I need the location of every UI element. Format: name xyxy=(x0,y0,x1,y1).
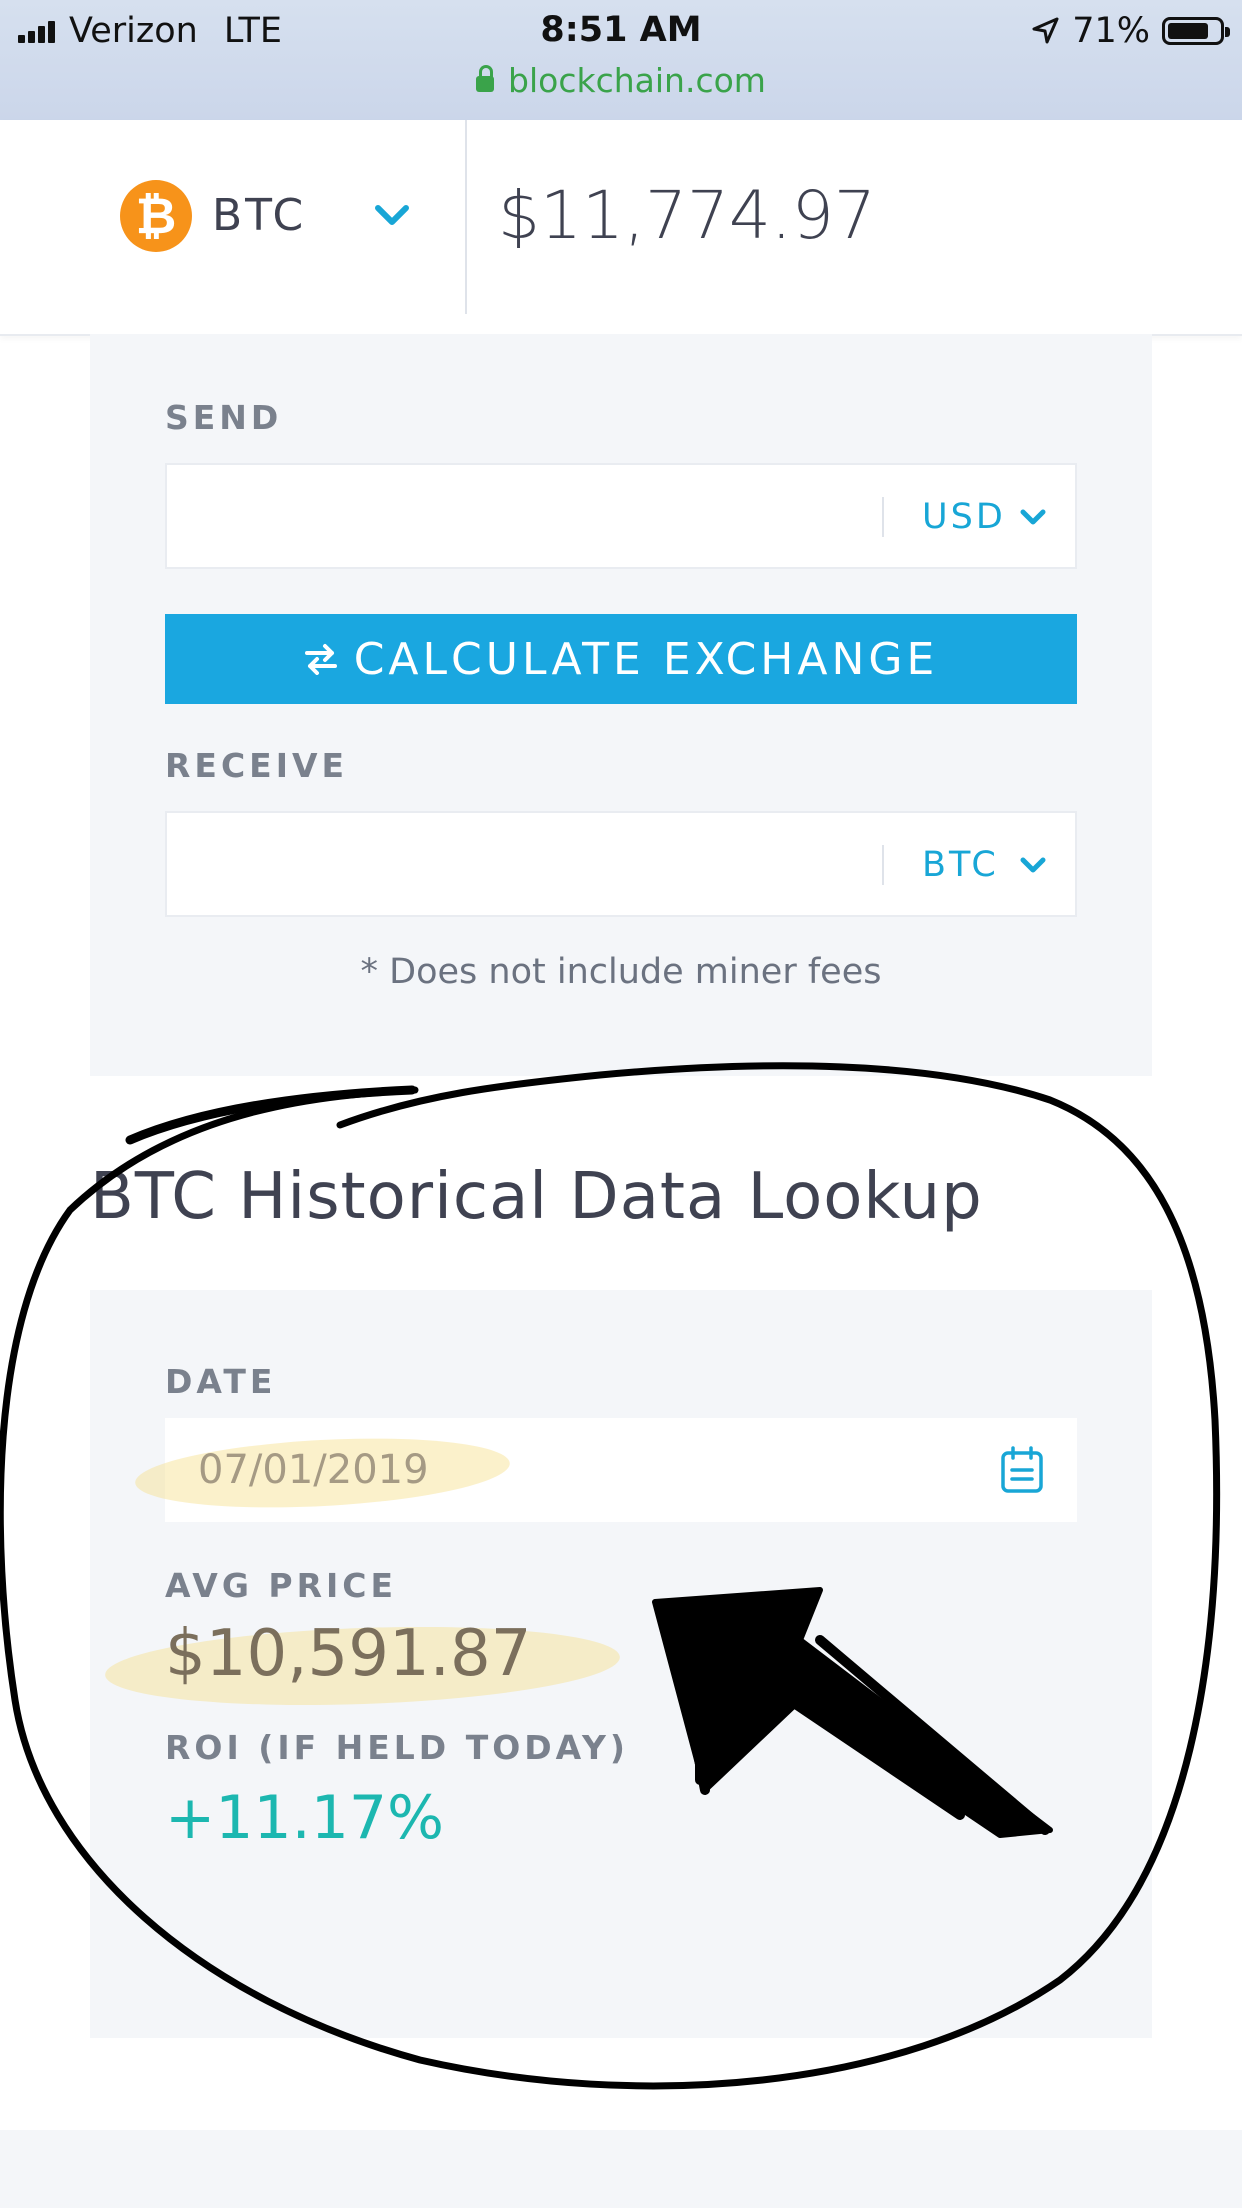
send-label: SEND xyxy=(165,398,283,437)
drawn-circle-tail xyxy=(125,1085,417,1145)
url-text: blockchain.com xyxy=(508,60,766,100)
battery-icon xyxy=(1162,16,1230,45)
avg-price-label: AVG PRICE xyxy=(165,1566,398,1605)
roi-value: +11.17% xyxy=(165,1783,445,1853)
historical-lookup-title: BTC Historical Data Lookup xyxy=(90,1160,983,1234)
receive-currency-select[interactable]: BTC xyxy=(922,844,999,886)
coin-selector-label[interactable]: BTC xyxy=(212,186,306,246)
chevron-down-icon[interactable] xyxy=(1018,854,1048,878)
status-right: 71% xyxy=(1030,8,1230,53)
date-label: DATE xyxy=(165,1362,277,1401)
calculate-exchange-button[interactable]: CALCULATE EXCHANGE xyxy=(165,614,1077,704)
chevron-down-icon[interactable] xyxy=(1018,506,1048,530)
battery-percent: 71% xyxy=(1072,10,1150,51)
send-currency-divider xyxy=(882,497,884,537)
header-divider xyxy=(465,120,467,314)
calculate-exchange-label: CALCULATE EXCHANGE xyxy=(353,633,939,685)
lock-icon xyxy=(476,65,495,92)
page-footer-band xyxy=(0,2130,1242,2208)
send-currency-select[interactable]: USD xyxy=(922,496,1006,538)
current-price: $11,774.97 xyxy=(498,177,876,254)
receive-currency-divider xyxy=(882,845,884,885)
swap-arrows-icon xyxy=(304,644,337,675)
calendar-icon[interactable] xyxy=(1000,1446,1044,1494)
miner-fees-note: * Does not include miner fees xyxy=(360,952,882,992)
chevron-down-icon[interactable] xyxy=(372,198,412,234)
date-value: 07/01/2019 xyxy=(198,1447,429,1493)
url-bar[interactable]: blockchain.com xyxy=(0,58,1242,102)
bitcoin-icon: ₿ xyxy=(120,180,192,252)
avg-price-value: $10,591.87 xyxy=(165,1617,532,1691)
location-arrow-icon xyxy=(1032,17,1059,43)
receive-label: RECEIVE xyxy=(165,746,349,785)
roi-label: ROI (IF HELD TODAY) xyxy=(165,1728,630,1767)
